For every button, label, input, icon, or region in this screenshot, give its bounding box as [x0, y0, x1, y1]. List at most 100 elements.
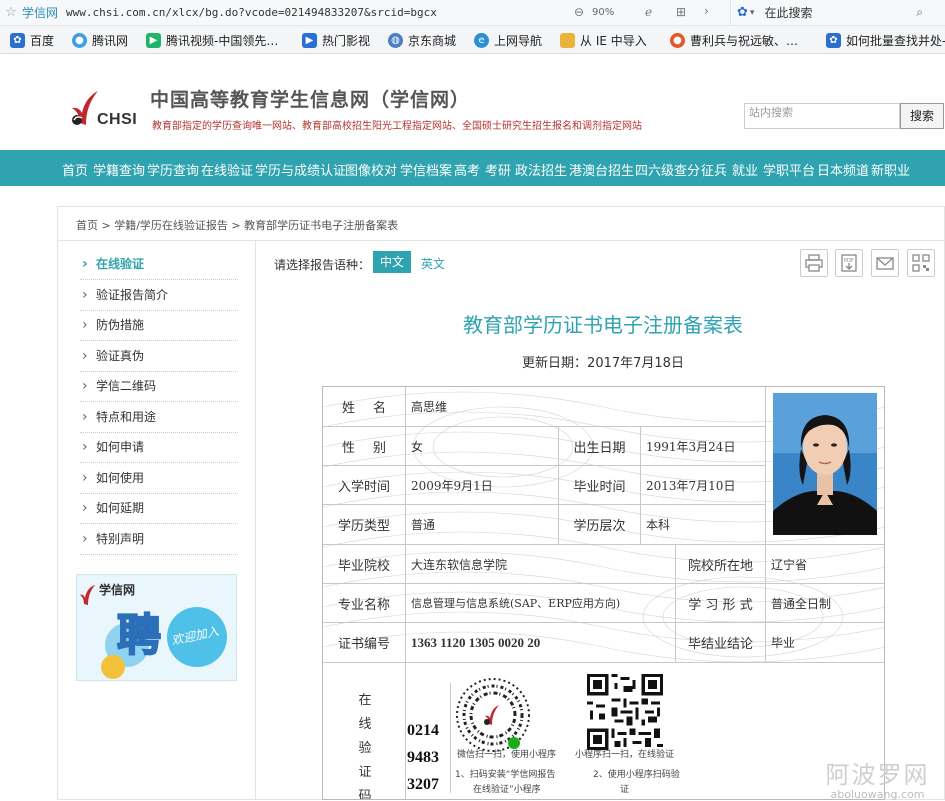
sidebar-item-features[interactable]: 特点和用途 — [80, 403, 238, 433]
site-search-input[interactable]: 站内搜索 — [744, 103, 900, 129]
print-button[interactable] — [800, 249, 828, 277]
sidebar-item-anti-fake[interactable]: 防伪措施 — [80, 311, 238, 341]
nav-student-status[interactable]: 学籍查询 — [93, 160, 145, 179]
pdf-download-icon: PDF — [841, 254, 857, 272]
favorite-news[interactable]: ● 曹利兵与祝远敏、… — [670, 32, 798, 49]
recruit-brand: 学信网 — [99, 583, 136, 597]
nav-gaokao[interactable]: 高考 — [454, 160, 480, 179]
browser-search-box[interactable]: ✿ ▾ 在此搜索 ⌕ — [730, 0, 945, 25]
record-table: 姓名 高思维 性别 女 出生日期 1991年3月24日 入学时间 2009年9月… — [322, 386, 885, 800]
fire-icon: ● — [670, 33, 685, 48]
tencent-video-icon: ▶ — [146, 33, 161, 48]
dropdown-icon[interactable]: ▾ — [750, 8, 755, 18]
nav-cet[interactable]: 四六级查分 — [635, 160, 700, 179]
ie-compat-icon[interactable]: ℯ — [645, 5, 652, 19]
tencent-icon: ● — [72, 33, 87, 48]
label-cert-no: 证书编号 — [323, 623, 406, 663]
nav-home[interactable]: 首页 — [62, 160, 88, 179]
favorite-batch-find[interactable]: ✿如何批量查找并处-… — [826, 32, 945, 49]
nav-kaoyan[interactable]: 考研 — [485, 160, 511, 179]
breadcrumb[interactable]: 首页 > 学籍/学历在线验证报告 > 教育部学历证书电子注册备案表 — [76, 217, 398, 233]
recruit-big-char: 聘 — [116, 609, 162, 662]
sidebar-item-online-verify[interactable]: 在线验证 — [80, 250, 238, 280]
favorite-nav[interactable]: e 上网导航 — [474, 32, 542, 49]
site-title: 中国高等教育学生信息网（学信网） — [150, 89, 471, 111]
qrcode-button[interactable] — [907, 249, 935, 277]
nav-japan-channel[interactable]: 日本频道 — [817, 160, 869, 179]
nav-employment[interactable]: 就业 — [732, 160, 758, 179]
chevron-right-icon[interactable]: › — [704, 4, 709, 18]
label-conclusion: 毕结业结论 — [676, 623, 766, 663]
favorite-tencent[interactable]: ● 腾讯网 — [72, 32, 128, 49]
favorite-import-ie[interactable]: 从 IE 中导入 — [560, 32, 647, 49]
email-button[interactable] — [871, 249, 899, 277]
nav-military[interactable]: 征兵 — [701, 160, 727, 179]
value-major: 信息管理与信息系统(SAP、ERP应用方向) — [406, 584, 676, 623]
pdf-download-button[interactable]: PDF — [835, 249, 863, 277]
address-bar[interactable]: ☆ 学信网 www.chsi.com.cn/xlcx/bg.do?vcode=0… — [0, 0, 945, 26]
main-nav: 首页 学籍查询 学历查询 在线验证 学历与成绩认证 图像校对 学信档案 高考 考… — [0, 150, 945, 186]
step1-caption: 1、扫码安装“学信网报告 — [455, 770, 556, 780]
label-edu-type: 学历类型 — [323, 505, 406, 545]
sidebar-item-extend[interactable]: 如何延期 — [80, 494, 238, 524]
value-gender: 女 — [406, 427, 559, 466]
watermark: 阿波罗网 aboluowang.com — [810, 755, 945, 801]
sidebar-item-report-intro[interactable]: 验证报告简介 — [80, 281, 238, 311]
value-location: 辽宁省 — [766, 545, 884, 584]
url-field[interactable]: www.chsi.com.cn/xlcx/bg.do?vcode=0214948… — [66, 6, 566, 19]
value-name: 高思维 — [406, 387, 766, 427]
favorite-tencent-video[interactable]: ▶ 腾讯视频-中国领先… — [146, 32, 278, 49]
nav-archive[interactable]: 学信档案 — [400, 160, 452, 179]
nav-certification[interactable]: 学历与成绩认证 — [255, 160, 346, 179]
language-english-link[interactable]: 英文 — [421, 255, 445, 272]
site-name: 学信网 — [22, 6, 59, 20]
search-icon[interactable]: ⌕ — [916, 5, 923, 20]
sidebar-item-usage[interactable]: 如何使用 — [80, 464, 238, 494]
value-school: 大连东软信息学院 — [406, 545, 676, 584]
sidebar-item-verify-real[interactable]: 验证真伪 — [80, 342, 238, 372]
folder-icon — [560, 33, 575, 48]
site-subtitle: 教育部指定的学历查询唯一网站、教育部高校招生阳光工程指定网站、全国硕士研究生招生… — [152, 121, 642, 132]
logo-text[interactable]: CHSI — [97, 111, 137, 129]
value-birth: 1991年3月24日 — [641, 427, 766, 466]
wechat-mini-program-code[interactable] — [455, 677, 531, 753]
step1-caption-cont: 在线验证”小程序 — [473, 785, 541, 795]
qrcode-icon — [912, 254, 930, 272]
language-chinese-button[interactable]: 中文 — [373, 251, 411, 273]
label-gender: 性别 — [323, 427, 406, 466]
grid-icon[interactable]: ⊞ — [676, 5, 686, 19]
favorite-hot-movies[interactable]: ▶ 热门影视 — [302, 32, 370, 49]
baidu-paw-icon: ✿ — [737, 5, 748, 20]
step2-caption: 2、使用小程序扫码验 — [593, 770, 680, 780]
value-conclusion: 毕业 — [766, 623, 884, 663]
nav-online-verify[interactable]: 在线验证 — [201, 160, 253, 179]
zoom-level: 90% — [592, 7, 615, 18]
recruit-banner[interactable]: 学信网 聘 欢迎加入 — [76, 574, 237, 681]
nav-hk-macau-tw[interactable]: 港澳台招生 — [569, 160, 634, 179]
favorite-baidu[interactable]: ✿ 百度 — [10, 32, 54, 49]
favorite-star-icon[interactable]: ☆ — [0, 5, 22, 20]
wechat-caption: 微信扫一扫，使用小程序 — [457, 750, 557, 760]
student-photo — [773, 393, 877, 535]
baidu-paw-icon: ✿ — [10, 33, 25, 48]
document-updated-date: 更新日期：2017年7月18日 — [522, 356, 684, 371]
nav-image-check[interactable]: 图像校对 — [345, 160, 397, 179]
verify-qrcode[interactable] — [587, 674, 663, 750]
site-search-button[interactable]: 搜索 — [900, 103, 944, 129]
nav-law-enroll[interactable]: 政法招生 — [515, 160, 567, 179]
label-name: 姓名 — [323, 387, 406, 427]
value-edu-type: 普通 — [406, 505, 559, 545]
step2-caption-cont: 证 — [620, 785, 630, 795]
zoom-icon[interactable]: ⊖ — [574, 5, 584, 19]
label-location: 院校所在地 — [676, 545, 766, 584]
nav-degree-query[interactable]: 学历查询 — [147, 160, 199, 179]
label-major: 专业名称 — [323, 584, 406, 623]
sidebar-item-apply[interactable]: 如何申请 — [80, 433, 238, 463]
sidebar-item-statement[interactable]: 特别声明 — [80, 525, 238, 555]
document-title: 教育部学历证书电子注册备案表 — [463, 313, 743, 337]
nav-career-platform[interactable]: 学职平台 — [763, 160, 815, 179]
nav-new-career[interactable]: 新职业 — [871, 160, 910, 179]
favorite-jd[interactable]: ◍ 京东商城 — [388, 32, 456, 49]
divider — [255, 241, 256, 800]
sidebar-item-qrcode[interactable]: 学信二维码 — [80, 372, 238, 402]
